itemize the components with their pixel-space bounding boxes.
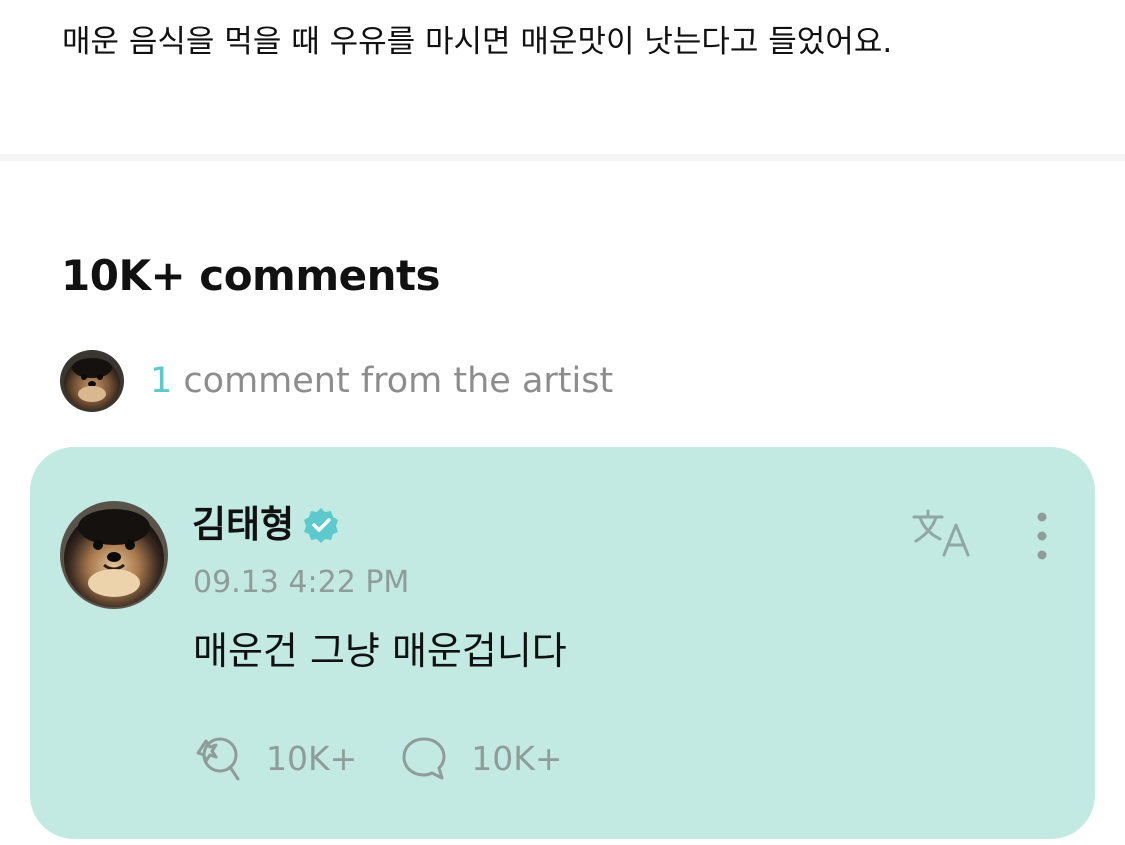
section-divider — [0, 154, 1125, 161]
comment-text: 매운건 그냥 매운겁니다 — [193, 629, 567, 673]
verified-badge-icon — [304, 508, 339, 543]
artist-avatar — [60, 350, 124, 412]
artist-comments-filter[interactable]: 1 comment from the artist — [60, 350, 613, 412]
like-count: 10K+ — [266, 738, 358, 778]
artist-comment-label: comment from the artist — [172, 361, 614, 401]
artist-comment-card: 김태형 09.13 4:22 PM 매운건 그냥 매운겁니다 10K+ 10K+ — [30, 447, 1095, 839]
more-vertical-icon[interactable] — [1022, 509, 1062, 563]
like-icon — [196, 737, 240, 781]
comment-timestamp: 09.13 4:22 PM — [193, 565, 410, 600]
artist-comment-count: 1 comment from the artist — [150, 359, 613, 403]
reply-count: 10K+ — [471, 738, 563, 778]
author-name[interactable]: 김태형 — [192, 501, 294, 549]
reply-icon — [402, 737, 446, 780]
artist-comment-number: 1 — [150, 361, 173, 401]
comment-actions: 10K+ 10K+ — [192, 731, 603, 785]
author-row: 김태형 — [192, 501, 340, 549]
comments-heading: 10K+ comments — [61, 251, 441, 300]
author-avatar[interactable] — [60, 501, 168, 609]
translate-icon[interactable] — [910, 509, 974, 561]
reply-button[interactable]: 10K+ — [397, 731, 563, 785]
post-body: 매운 음식을 먹을 때 우유를 마시면 매운맛이 낫는다고 들었어요. — [62, 24, 893, 60]
like-button[interactable]: 10K+ — [192, 731, 357, 785]
